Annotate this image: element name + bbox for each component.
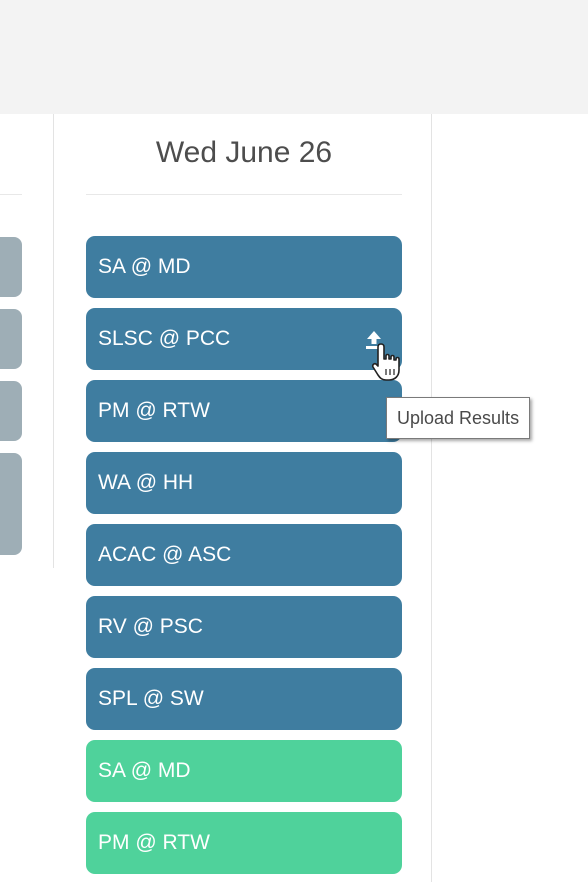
game-label: WA @ HH [98, 471, 194, 494]
previous-day-column [0, 114, 54, 882]
game-label: SLSC @ PCC [98, 327, 231, 350]
day-title-divider [86, 194, 402, 195]
game-card[interactable]: PM @ RTW [86, 812, 402, 874]
previous-day-game-card[interactable] [0, 453, 22, 555]
game-card[interactable]: SLSC @ PCC [86, 308, 402, 370]
game-label: SPL @ SW [98, 687, 204, 710]
game-card[interactable]: ACAC @ ASC [86, 524, 402, 586]
previous-day-game-card[interactable] [0, 309, 22, 369]
previous-day-game-card[interactable] [0, 381, 22, 441]
game-label: PM @ RTW [98, 399, 210, 422]
game-label: SA @ MD [98, 255, 191, 278]
game-card[interactable]: RV @ PSC [86, 596, 402, 658]
game-card[interactable]: SA @ MD [86, 236, 402, 298]
game-label: RV @ PSC [98, 615, 203, 638]
game-label: SA @ MD [98, 759, 191, 782]
game-card[interactable]: PM @ RTW [86, 380, 402, 442]
day-title: Wed June 26 [155, 136, 333, 169]
tooltip: Upload Results [386, 397, 531, 439]
game-label: PM @ RTW [98, 831, 210, 854]
hand-pointer-icon [371, 343, 400, 381]
game-list: SA @ MD SLSC @ PCC PM @ RTW WA @ HH ACAC… [86, 236, 402, 884]
game-card[interactable]: SPL @ SW [86, 668, 402, 730]
game-card[interactable]: SA @ MD [86, 740, 402, 802]
game-card[interactable]: WA @ HH [86, 452, 402, 514]
previous-day-game-card[interactable] [0, 237, 22, 297]
game-label: ACAC @ ASC [98, 543, 232, 566]
previous-day-title-divider [0, 194, 22, 195]
column-separator [53, 114, 54, 568]
day-column: Wed June 26 SA @ MD SLSC @ PCC PM @ RTW … [56, 114, 432, 882]
top-bar [0, 0, 588, 114]
